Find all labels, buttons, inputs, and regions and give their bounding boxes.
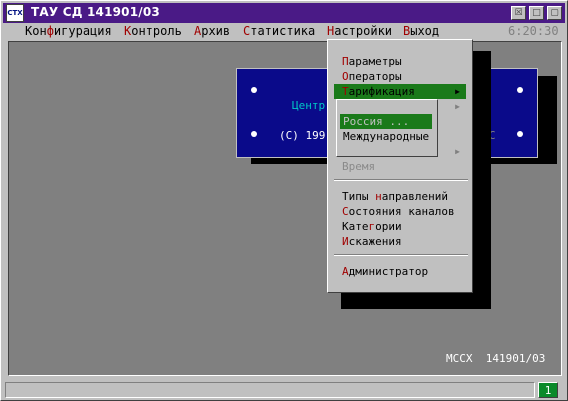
menu-bar: Конфигурация Контроль Архив Статистика Н… <box>3 23 565 39</box>
menu-item-distortions[interactable]: Искажения <box>334 234 466 249</box>
menu-separator <box>334 179 468 181</box>
menu-separator <box>334 254 468 256</box>
menu-item-time: Время <box>342 160 376 173</box>
hotkey: А <box>342 265 349 278</box>
hotkey: О <box>342 70 349 83</box>
minimize-button[interactable]: ☒ <box>511 6 526 20</box>
label: ператоры <box>348 70 402 83</box>
menu-control[interactable]: Контроль <box>120 23 186 39</box>
app-icon[interactable]: CTX <box>6 4 24 22</box>
menu-item-direction-types[interactable]: Типы направлений <box>334 189 466 204</box>
menu-configuration-pre: Кон <box>25 24 47 38</box>
label: остояния каналов <box>348 205 455 218</box>
bullet-icon <box>517 131 523 137</box>
menu-item-operators[interactable]: Операторы <box>334 69 466 84</box>
menu-exit[interactable]: Выход <box>399 23 443 39</box>
menu-configuration-post: игурация <box>53 24 112 38</box>
bullet-icon <box>251 131 257 137</box>
menu-configuration[interactable]: Конфигурация <box>21 23 116 39</box>
label: ории <box>375 220 402 233</box>
settings-menu: Параметры Операторы Тарификация ▶ ▶ ▶ Вре… <box>327 39 473 293</box>
label: аправлений <box>381 190 448 203</box>
splash-line1: Центр <box>292 99 326 112</box>
menu-statistics-post: татистика <box>250 24 316 38</box>
restore-button[interactable]: □ <box>529 6 544 20</box>
menu-control-post: онтроль <box>131 24 182 38</box>
window-title: ТАУ СД 141901/03 <box>31 5 160 19</box>
status-cell <box>5 382 535 398</box>
label: арификация <box>348 85 415 98</box>
menu-settings-post: астройки <box>334 24 393 38</box>
label: скажения <box>348 235 402 248</box>
bullet-icon <box>517 87 523 93</box>
label-pre: Типы <box>342 190 376 203</box>
label: араметры <box>348 55 402 68</box>
title-bar[interactable]: CTX ТАУ СД 141901/03 ☒ □ ▢ <box>3 3 565 23</box>
close-button[interactable]: ▢ <box>547 6 562 20</box>
submenu-arrow-icon: ▶ <box>455 147 460 156</box>
footer-station-id: МССХ 141901/03 <box>446 352 546 365</box>
label-pre: Кате <box>342 220 369 233</box>
bullet-icon <box>251 87 257 93</box>
status-badge: 1 <box>538 382 558 398</box>
hotkey: С <box>342 205 349 218</box>
menu-item-administrator[interactable]: Администратор <box>334 264 466 279</box>
menu-statistics[interactable]: Статистика <box>239 23 319 39</box>
menu-item-parameters[interactable]: Параметры <box>334 54 466 69</box>
application-window: CTX ТАУ СД 141901/03 ☒ □ ▢ Конфигурация … <box>0 0 568 401</box>
tariff-submenu: Россия ... Международные <box>336 99 438 157</box>
submenu-arrow-icon: ▶ <box>455 102 460 111</box>
submenu-arrow-icon: ▶ <box>455 87 460 96</box>
hotkey: н <box>375 190 382 203</box>
menu-configuration-hotkey: ф <box>46 24 54 38</box>
menu-exit-post: ыход <box>410 24 440 38</box>
menu-item-categories[interactable]: Категории <box>334 219 466 234</box>
submenu-item-russia[interactable]: Россия ... <box>340 114 432 129</box>
menu-archive[interactable]: Архив <box>190 23 234 39</box>
menu-settings[interactable]: Настройки <box>323 23 397 39</box>
splash-line3: (С) 199 <box>279 129 326 142</box>
submenu-item-international[interactable]: Международные <box>340 129 432 144</box>
hotkey: Т <box>342 85 349 98</box>
menu-archive-post: рхив <box>201 24 231 38</box>
menu-item-tariffication[interactable]: Тарификация ▶ <box>334 84 466 99</box>
label: дминистратор <box>348 265 429 278</box>
menu-item-channel-states[interactable]: Состояния каналов <box>334 204 466 219</box>
hotkey: И <box>342 235 349 248</box>
hotkey: П <box>342 55 349 68</box>
clock: 6:20:30 <box>508 24 559 38</box>
status-bar: 1 <box>3 379 565 399</box>
